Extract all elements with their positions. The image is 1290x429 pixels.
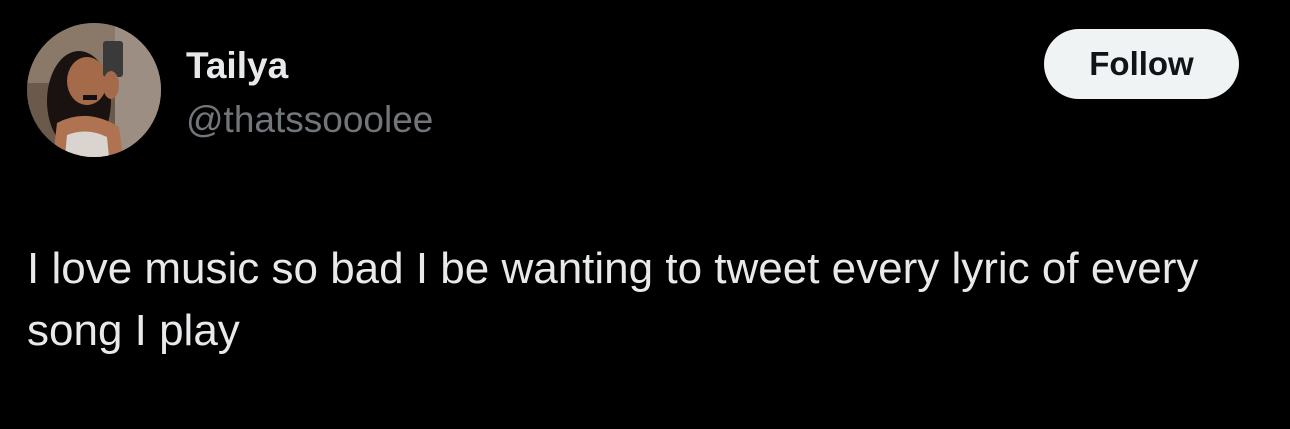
avatar[interactable] (27, 23, 161, 157)
avatar-photo-icon (27, 23, 161, 157)
tweet-card: Tailya @thatssooolee Follow I love music… (0, 0, 1290, 429)
author-name[interactable]: Tailya (186, 42, 288, 90)
author-handle[interactable]: @thatssooolee (186, 96, 433, 144)
tweet-text: I love music so bad I be wanting to twee… (27, 244, 1199, 355)
follow-button[interactable]: Follow (1044, 29, 1239, 99)
